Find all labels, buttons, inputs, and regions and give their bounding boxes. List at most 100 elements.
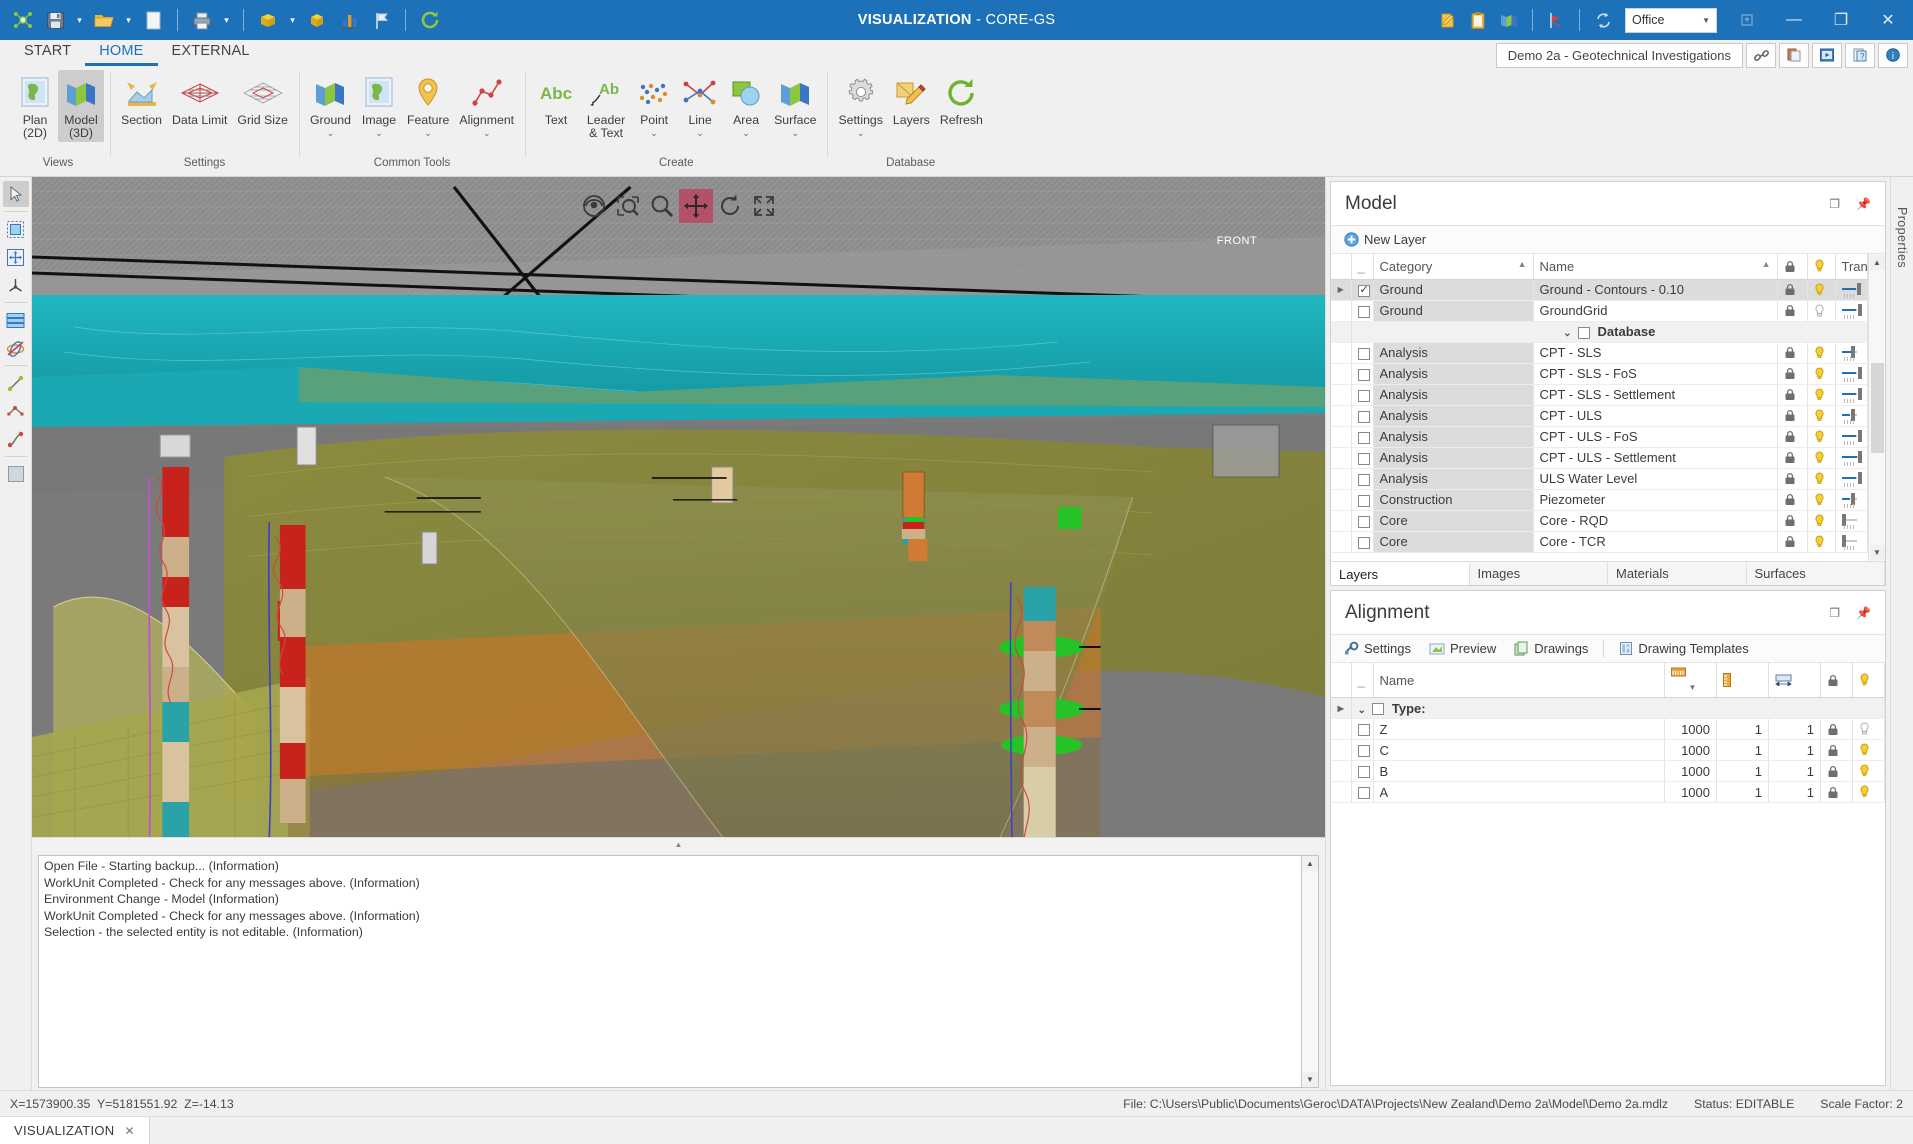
cell-value-1[interactable]: 1000 bbox=[1664, 760, 1717, 782]
chevron-down-icon[interactable]: ⌄ bbox=[696, 128, 704, 138]
tab-materials[interactable]: Materials bbox=[1608, 562, 1747, 585]
row-expander[interactable] bbox=[1331, 342, 1352, 364]
cell-name[interactable]: Core - TCR bbox=[1533, 531, 1778, 553]
cell-visibility[interactable] bbox=[1807, 447, 1836, 469]
col-visibility[interactable] bbox=[1807, 254, 1836, 280]
row-expander[interactable] bbox=[1331, 760, 1352, 782]
cell-lock[interactable] bbox=[1777, 300, 1808, 322]
row-checkbox[interactable] bbox=[1357, 473, 1370, 486]
chart-icon[interactable] bbox=[334, 5, 364, 35]
row-expander[interactable] bbox=[1331, 531, 1352, 553]
row-expander[interactable] bbox=[1331, 384, 1352, 406]
cell-name[interactable]: Piezometer bbox=[1533, 489, 1778, 511]
col-check[interactable]: _ bbox=[1351, 663, 1374, 698]
table-row[interactable]: C 1000 1 1 bbox=[1331, 739, 1885, 761]
row-checkbox-cell[interactable] bbox=[1351, 405, 1374, 427]
chevron-down-icon[interactable]: ⌄ bbox=[483, 128, 491, 138]
layers-scrollbar[interactable]: ▲ ▼ bbox=[1868, 254, 1885, 561]
alignment-group-row[interactable]: ▶ ⌄ Type: bbox=[1331, 697, 1885, 719]
cell-lock[interactable] bbox=[1777, 426, 1808, 448]
model-3d-viewport[interactable]: FRONT bbox=[32, 177, 1325, 837]
table-row[interactable]: Construction Piezometer bbox=[1331, 489, 1868, 511]
cell-visibility[interactable] bbox=[1807, 489, 1836, 511]
maximize-button[interactable]: ❐ bbox=[1818, 0, 1864, 40]
cell-transparency[interactable] bbox=[1835, 426, 1868, 448]
row-expander[interactable] bbox=[1331, 489, 1352, 511]
transparency-slider[interactable] bbox=[1841, 513, 1862, 529]
table-row[interactable]: A 1000 1 1 bbox=[1331, 781, 1885, 803]
cell-transparency[interactable] bbox=[1835, 489, 1868, 511]
flag-icon[interactable] bbox=[366, 5, 396, 35]
row-checkbox[interactable] bbox=[1357, 305, 1370, 318]
col-lock[interactable] bbox=[1777, 254, 1808, 280]
data-limit-button[interactable]: Data Limit bbox=[167, 70, 232, 129]
pin-panel-icon[interactable]: 📌 bbox=[1856, 606, 1871, 620]
refresh-button[interactable]: Refresh bbox=[935, 70, 988, 129]
cell-name[interactable]: CPT - SLS bbox=[1533, 342, 1778, 364]
table-row[interactable]: Z 1000 1 1 bbox=[1331, 718, 1885, 740]
row-checkbox-cell[interactable] bbox=[1351, 739, 1374, 761]
eye-view-tool[interactable] bbox=[577, 189, 611, 223]
cell-value-2[interactable]: 1 bbox=[1716, 760, 1769, 782]
link-icon[interactable] bbox=[1746, 42, 1776, 68]
row-checkbox[interactable] bbox=[1357, 389, 1370, 402]
table-tool[interactable] bbox=[3, 307, 29, 333]
feature-button[interactable]: Feature ⌄ bbox=[402, 70, 454, 140]
cell-name[interactable]: Z bbox=[1373, 718, 1665, 740]
point-button[interactable]: Point ⌄ bbox=[631, 70, 677, 140]
row-checkbox-cell[interactable] bbox=[1351, 426, 1374, 448]
properties-rail[interactable]: Properties bbox=[1890, 177, 1913, 1090]
row-checkbox-cell[interactable] bbox=[1351, 531, 1374, 553]
surface-tool[interactable] bbox=[3, 461, 29, 487]
row-checkbox[interactable] bbox=[1357, 766, 1370, 779]
col-visibility[interactable] bbox=[1852, 663, 1885, 698]
tab-start[interactable]: START bbox=[10, 40, 85, 66]
movie-icon[interactable] bbox=[1812, 42, 1842, 68]
row-checkbox[interactable] bbox=[1357, 745, 1370, 758]
row-checkbox-cell[interactable] bbox=[1351, 489, 1374, 511]
ground-button[interactable]: Ground ⌄ bbox=[305, 70, 356, 140]
table-row[interactable]: Analysis CPT - SLS - Settlement bbox=[1331, 384, 1868, 406]
transparency-slider[interactable] bbox=[1841, 534, 1862, 550]
model-3d-button[interactable]: Model (3D) bbox=[58, 70, 104, 142]
cell-transparency[interactable] bbox=[1835, 447, 1868, 469]
select-window-tool[interactable] bbox=[3, 216, 29, 242]
col-category[interactable]: Category ▲ bbox=[1373, 254, 1534, 280]
cell-name[interactable]: GroundGrid bbox=[1533, 300, 1778, 322]
transparency-slider[interactable] bbox=[1841, 471, 1863, 487]
tab-home[interactable]: HOME bbox=[85, 40, 158, 66]
col-name[interactable]: Name bbox=[1373, 663, 1665, 698]
cell-value-1[interactable]: 1000 bbox=[1664, 739, 1717, 761]
area-button[interactable]: Area ⌄ bbox=[723, 70, 769, 140]
view-cube[interactable]: FRONT bbox=[1213, 221, 1261, 261]
map-icon[interactable] bbox=[1494, 5, 1524, 35]
cell-transparency[interactable] bbox=[1835, 384, 1868, 406]
row-checkbox[interactable] bbox=[1357, 410, 1370, 423]
cell-name[interactable]: CPT - SLS - FoS bbox=[1533, 363, 1778, 385]
pan-tool[interactable] bbox=[678, 189, 713, 223]
transparency-slider[interactable] bbox=[1841, 345, 1862, 361]
alignment-preview-button[interactable]: Preview bbox=[1422, 639, 1503, 658]
curve-tool[interactable] bbox=[3, 426, 29, 452]
cell-visibility[interactable] bbox=[1807, 468, 1836, 490]
chevron-down-icon[interactable]: ⌄ bbox=[1358, 705, 1366, 716]
cell-visibility[interactable] bbox=[1807, 531, 1836, 553]
cell-lock[interactable] bbox=[1820, 760, 1853, 782]
text-button[interactable]: Abc Text bbox=[531, 70, 581, 129]
cell-visibility[interactable] bbox=[1807, 279, 1836, 301]
paste-clipboard-icon[interactable] bbox=[1779, 42, 1809, 68]
row-expander[interactable] bbox=[1331, 510, 1352, 532]
cell-lock[interactable] bbox=[1777, 363, 1808, 385]
table-row[interactable]: Analysis ULS Water Level bbox=[1331, 468, 1868, 490]
info-icon[interactable]: i bbox=[1878, 42, 1908, 68]
cell-value-3[interactable]: 1 bbox=[1768, 718, 1821, 740]
transparency-slider[interactable] bbox=[1841, 387, 1863, 403]
print-icon[interactable] bbox=[187, 5, 217, 35]
group-toggle-cell[interactable]: ⌄ Database bbox=[1351, 321, 1868, 343]
table-row[interactable]: Analysis CPT - SLS bbox=[1331, 342, 1868, 364]
table-row[interactable]: Analysis CPT - ULS - FoS bbox=[1331, 426, 1868, 448]
sync-icon[interactable] bbox=[1588, 5, 1618, 35]
group-checkbox[interactable] bbox=[1371, 703, 1384, 716]
print-dropdown[interactable]: ▾ bbox=[219, 5, 234, 35]
row-checkbox-cell[interactable] bbox=[1351, 300, 1374, 322]
